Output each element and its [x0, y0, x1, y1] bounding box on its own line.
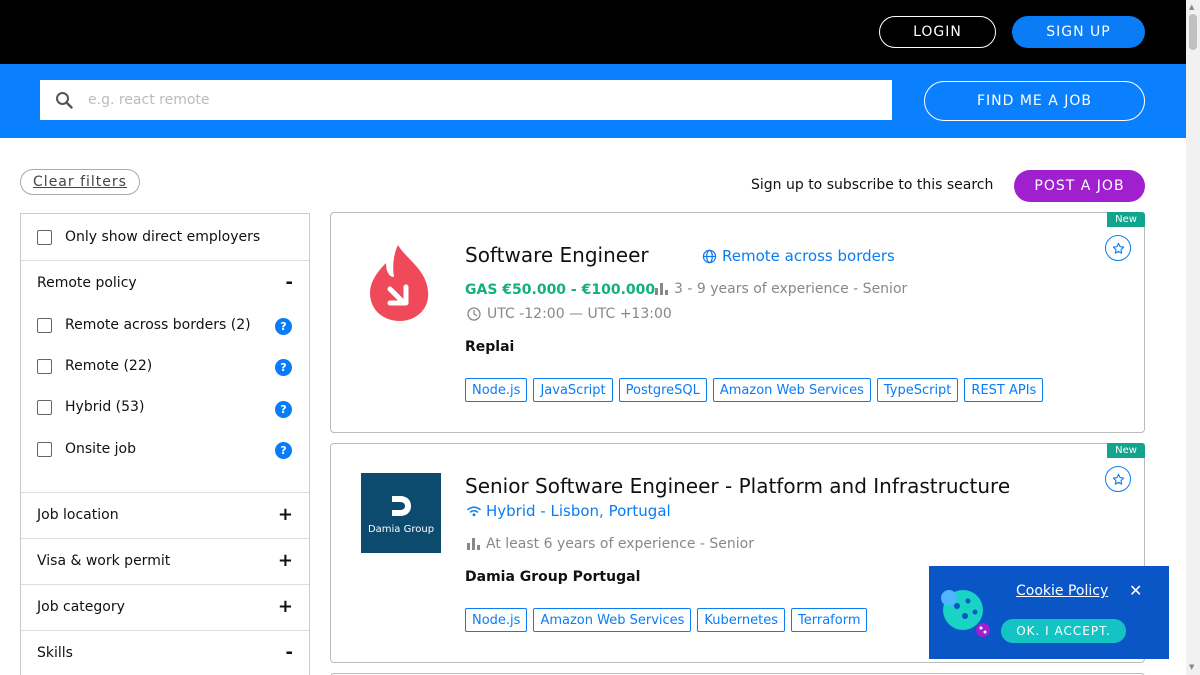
damia-logo-icon: [392, 495, 411, 516]
subscribe-link[interactable]: Sign up to subscribe to this search: [751, 177, 993, 193]
accept-cookies-button[interactable]: OK. I ACCEPT.: [1001, 619, 1126, 643]
skill-tag[interactable]: Kubernetes: [697, 608, 786, 632]
search-input[interactable]: [88, 81, 868, 119]
skill-tags: Node.js Amazon Web Services Kubernetes T…: [465, 608, 868, 632]
scrollbar-track[interactable]: [1186, 0, 1200, 675]
help-icon[interactable]: ?: [275, 401, 292, 418]
remote-policy-section: Remote policy - Remote across borders (2…: [21, 261, 309, 493]
direct-employers-checkbox[interactable]: [37, 230, 52, 245]
hybrid-label: Hybrid (53): [65, 399, 145, 415]
search-box: [40, 80, 892, 120]
experience: 3 - 9 years of experience - Senior: [655, 281, 907, 297]
remote-policy-toggle[interactable]: -: [286, 272, 293, 293]
cookie-banner: Cookie Policy ✕ OK. I ACCEPT.: [929, 566, 1169, 659]
timezone-label: UTC -12:00 — UTC +13:00: [487, 306, 672, 322]
skill-tag[interactable]: TypeScript: [876, 378, 959, 402]
signup-button[interactable]: SIGN UP: [1012, 16, 1145, 48]
visa-title: Visa & work permit: [37, 553, 171, 569]
logo-text: Damia Group: [367, 523, 435, 535]
post-job-button[interactable]: POST A JOB: [1014, 170, 1145, 202]
cookie-icon: [937, 586, 993, 646]
job-location-toggle[interactable]: +: [278, 504, 293, 525]
find-job-button[interactable]: FIND ME A JOB: [924, 81, 1145, 121]
remote-policy-title[interactable]: Remote policy: [37, 275, 137, 291]
remote-checkbox[interactable]: [37, 359, 52, 374]
bar-chart-icon: [655, 283, 668, 295]
star-icon[interactable]: [1105, 466, 1131, 492]
job-location-section[interactable]: Job location +: [21, 493, 309, 539]
onsite-label: Onsite job: [65, 441, 136, 457]
new-badge: New: [1107, 443, 1145, 458]
top-navbar: LOGIN SIGN UP: [0, 0, 1186, 64]
job-title[interactable]: Senior Software Engineer - Platform and …: [465, 474, 1010, 498]
hybrid-checkbox[interactable]: [37, 400, 52, 415]
remote-tag: Hybrid - Lisbon, Portugal: [467, 502, 671, 520]
remote-label: Remote (22): [65, 358, 153, 374]
new-badge: New: [1107, 212, 1145, 227]
close-icon[interactable]: ✕: [1129, 581, 1142, 600]
company-name[interactable]: Damia Group Portugal: [465, 569, 640, 585]
salary: GAS €50.000 - €100.000: [465, 282, 656, 298]
help-icon[interactable]: ?: [275, 442, 292, 459]
star-icon[interactable]: [1105, 235, 1131, 261]
visa-section[interactable]: Visa & work permit +: [21, 539, 309, 585]
wifi-icon: [467, 506, 481, 517]
job-title[interactable]: Software Engineer: [465, 243, 649, 267]
skill-tag[interactable]: Amazon Web Services: [712, 378, 871, 402]
remote-tag: Remote across borders: [702, 247, 895, 265]
skill-tag[interactable]: REST APIs: [964, 378, 1044, 402]
remote-across-borders-label: Remote across borders (2): [65, 317, 251, 333]
search-bar: FIND ME A JOB: [0, 64, 1186, 138]
filters-sidebar: Only show direct employers Remote policy…: [20, 213, 310, 675]
help-icon[interactable]: ?: [275, 318, 292, 335]
direct-employers-filter[interactable]: Only show direct employers: [21, 214, 309, 261]
visa-toggle[interactable]: +: [278, 550, 293, 571]
remote-tag-label: Hybrid - Lisbon, Portugal: [486, 502, 671, 520]
company-name[interactable]: Replai: [465, 339, 514, 355]
skill-tag[interactable]: Node.js: [465, 378, 528, 402]
job-card[interactable]: New Software Engineer Remote across bord…: [330, 212, 1145, 433]
skill-tag[interactable]: Amazon Web Services: [533, 608, 692, 632]
skill-tags: Node.js JavaScript PostgreSQL Amazon Web…: [465, 378, 1044, 402]
experience-label: 3 - 9 years of experience - Senior: [674, 281, 908, 297]
skills-title: Skills: [37, 645, 73, 661]
scroll-down-icon[interactable]: ▼: [1189, 663, 1194, 671]
search-icon: [40, 91, 88, 109]
scrollbar-thumb[interactable]: [1189, 14, 1197, 50]
globe-icon: [702, 249, 717, 263]
clear-filters-button[interactable]: Clear filters: [20, 169, 140, 195]
skills-toggle[interactable]: -: [286, 642, 293, 663]
direct-employers-label: Only show direct employers: [65, 229, 261, 245]
skill-tag[interactable]: JavaScript: [533, 378, 613, 402]
login-button[interactable]: LOGIN: [879, 16, 996, 48]
company-logo[interactable]: Damia Group: [361, 473, 441, 553]
onsite-checkbox[interactable]: [37, 442, 52, 457]
timezone: UTC -12:00 — UTC +13:00: [467, 306, 672, 322]
experience: At least 6 years of experience - Senior: [467, 536, 754, 552]
skills-section[interactable]: Skills -: [21, 631, 309, 675]
job-category-section[interactable]: Job category +: [21, 585, 309, 631]
skill-tag[interactable]: Terraform: [791, 608, 868, 632]
bar-chart-icon: [467, 538, 480, 550]
help-icon[interactable]: ?: [275, 359, 292, 376]
job-category-title: Job category: [37, 599, 125, 615]
clock-icon: [467, 307, 481, 321]
job-location-title: Job location: [37, 507, 119, 523]
remote-across-borders-checkbox[interactable]: [37, 318, 52, 333]
remote-tag-label: Remote across borders: [722, 247, 895, 265]
skill-tag[interactable]: Node.js: [465, 608, 528, 632]
experience-label: At least 6 years of experience - Senior: [486, 536, 754, 552]
company-logo-icon[interactable]: [368, 243, 434, 327]
cookie-policy-link[interactable]: Cookie Policy: [1016, 583, 1108, 599]
job-category-toggle[interactable]: +: [278, 596, 293, 617]
skill-tag[interactable]: PostgreSQL: [618, 378, 707, 402]
scroll-up-icon[interactable]: ▲: [1189, 3, 1194, 11]
